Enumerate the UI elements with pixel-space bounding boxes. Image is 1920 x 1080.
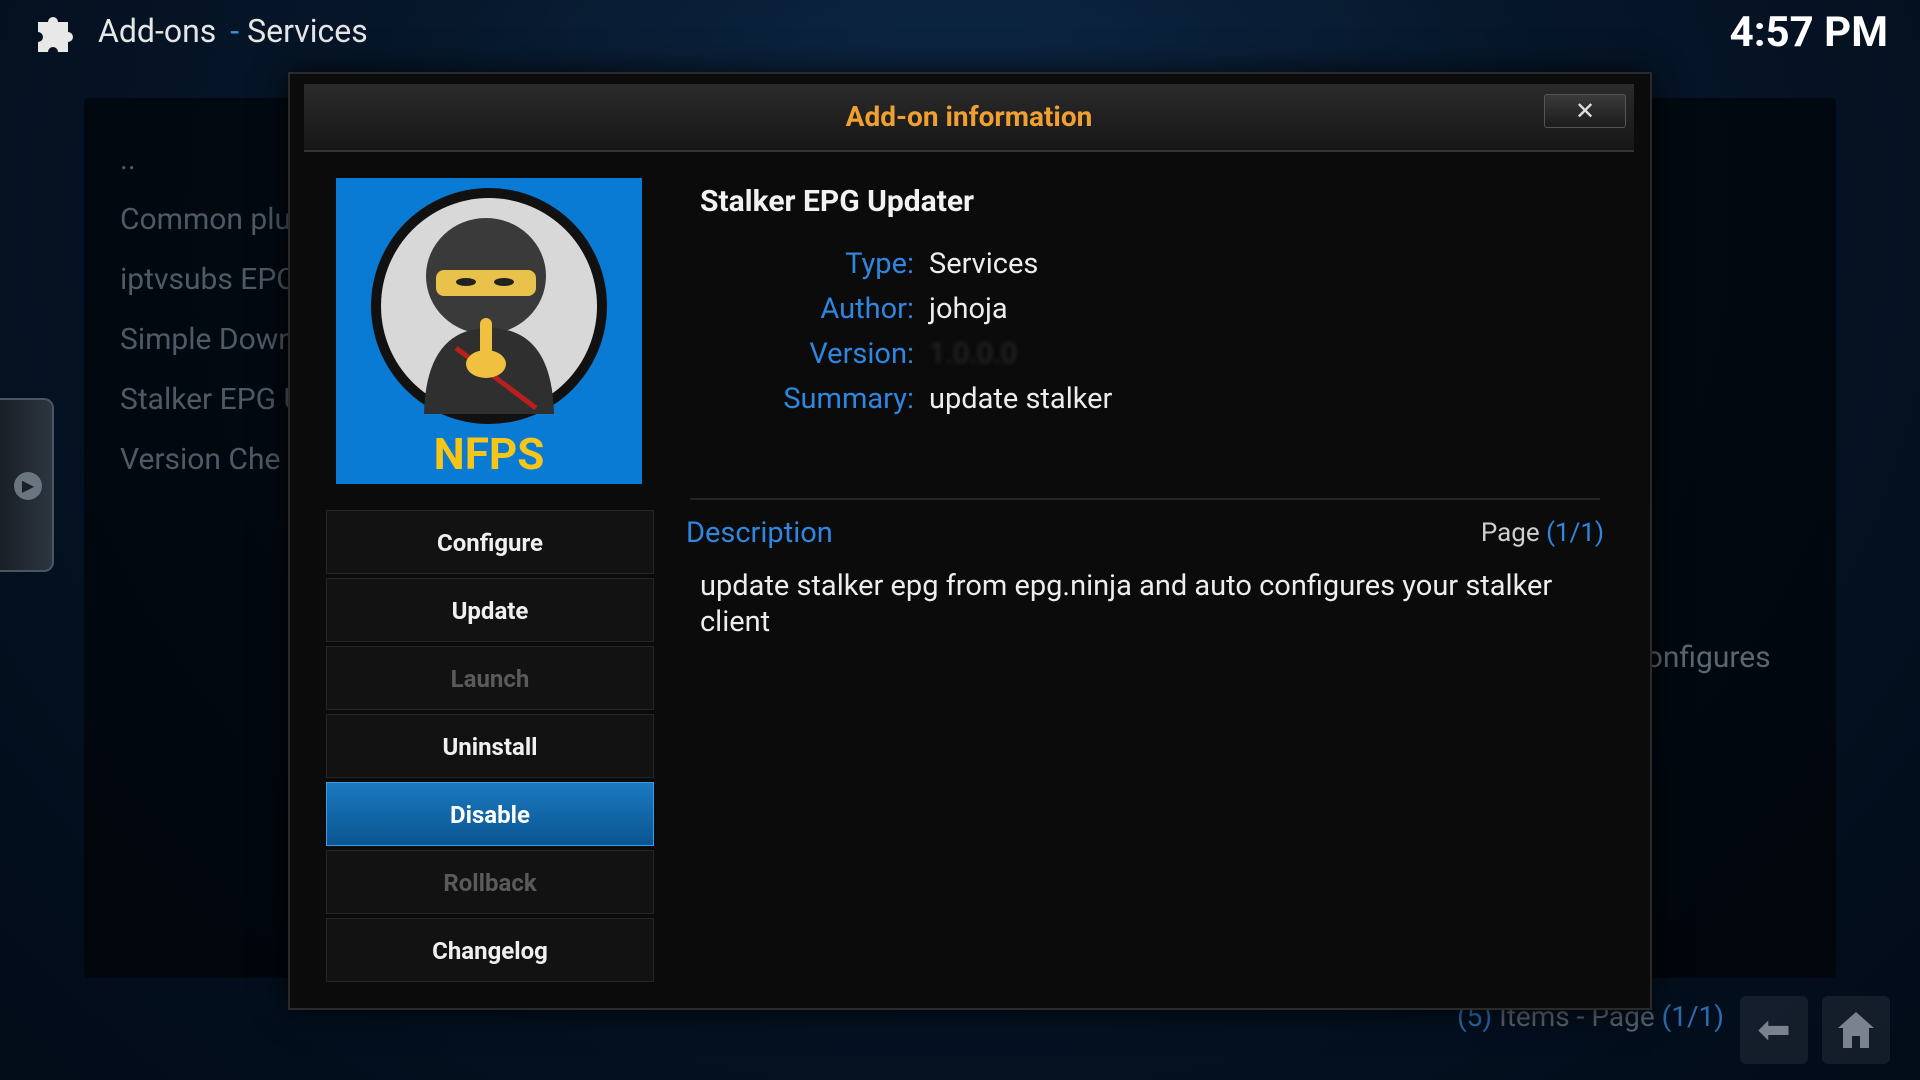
addon-icon: NFPS (336, 178, 642, 484)
clock: 4:57 PM (1729, 8, 1888, 57)
home-button[interactable] (1822, 996, 1890, 1064)
dialog-title: Add-on information (845, 100, 1093, 133)
type-label: Type: (845, 246, 914, 281)
launch-button[interactable]: Launch (326, 646, 654, 710)
back-button[interactable]: ⬅ (1740, 996, 1808, 1064)
meta-row-author: Author: johoja (700, 286, 1600, 331)
page-indicator: (1/1) (1661, 1000, 1724, 1033)
addon-icon-text: NFPS (433, 428, 545, 480)
configure-button[interactable]: Configure (326, 510, 654, 574)
author-value: johoja (929, 291, 1008, 326)
action-buttons: Configure Update Launch Uninstall Disabl… (326, 510, 656, 986)
breadcrumb-separator: - (230, 12, 240, 50)
side-menu-tab[interactable]: ▶ (0, 398, 54, 572)
meta-row-summary: Summary: update stalker (700, 376, 1600, 421)
kodi-screen: Add-ons - Services 4:57 PM .. Common plu i… (0, 0, 1920, 1080)
description-text: update stalker epg from epg.ninja and au… (700, 569, 1553, 639)
disable-button[interactable]: Disable (326, 782, 654, 846)
uninstall-button[interactable]: Uninstall (326, 714, 654, 778)
summary-label: Summary: (783, 381, 914, 416)
divider (690, 498, 1600, 500)
puzzle-piece-icon (38, 16, 73, 52)
addon-name: Stalker EPG Updater (700, 184, 975, 219)
rollback-button[interactable]: Rollback (326, 850, 654, 914)
close-button[interactable]: ✕ (1544, 94, 1626, 128)
dialog-header: Add-on information ✕ (304, 84, 1634, 152)
version-label: Version: (809, 336, 914, 371)
home-icon (1838, 1012, 1874, 1048)
summary-value: update stalker (929, 381, 1113, 416)
description-page: Page (1/1) (1481, 518, 1604, 548)
addon-info-dialog: Add-on information ✕ NFPS Stalker EPG Up… (288, 72, 1652, 1010)
type-value: Services (929, 246, 1039, 281)
changelog-button[interactable]: Changelog (326, 918, 654, 982)
top-bar: Add-ons - Services 4:57 PM (0, 0, 1920, 64)
addon-details: Stalker EPG Updater Type: Services Autho… (700, 184, 1600, 421)
page-prefix: Page (1480, 518, 1540, 548)
update-button[interactable]: Update (326, 578, 654, 642)
breadcrumb-section: Add-ons (98, 12, 217, 50)
page-value: (1/1) (1546, 518, 1604, 548)
back-arrow-icon: ⬅ (1757, 1006, 1791, 1053)
meta-row-version: Version: 1.0.0.0 (700, 331, 1600, 376)
breadcrumb: Add-ons - Services (98, 12, 368, 50)
meta-row-type: Type: Services (700, 241, 1600, 286)
arrow-right-icon: ▶ (14, 472, 42, 500)
breadcrumb-subsection: Services (247, 12, 368, 50)
version-value: 1.0.0.0 (929, 336, 1018, 371)
description-label: Description (686, 516, 833, 550)
close-icon: ✕ (1574, 97, 1596, 125)
author-label: Author: (820, 291, 914, 326)
